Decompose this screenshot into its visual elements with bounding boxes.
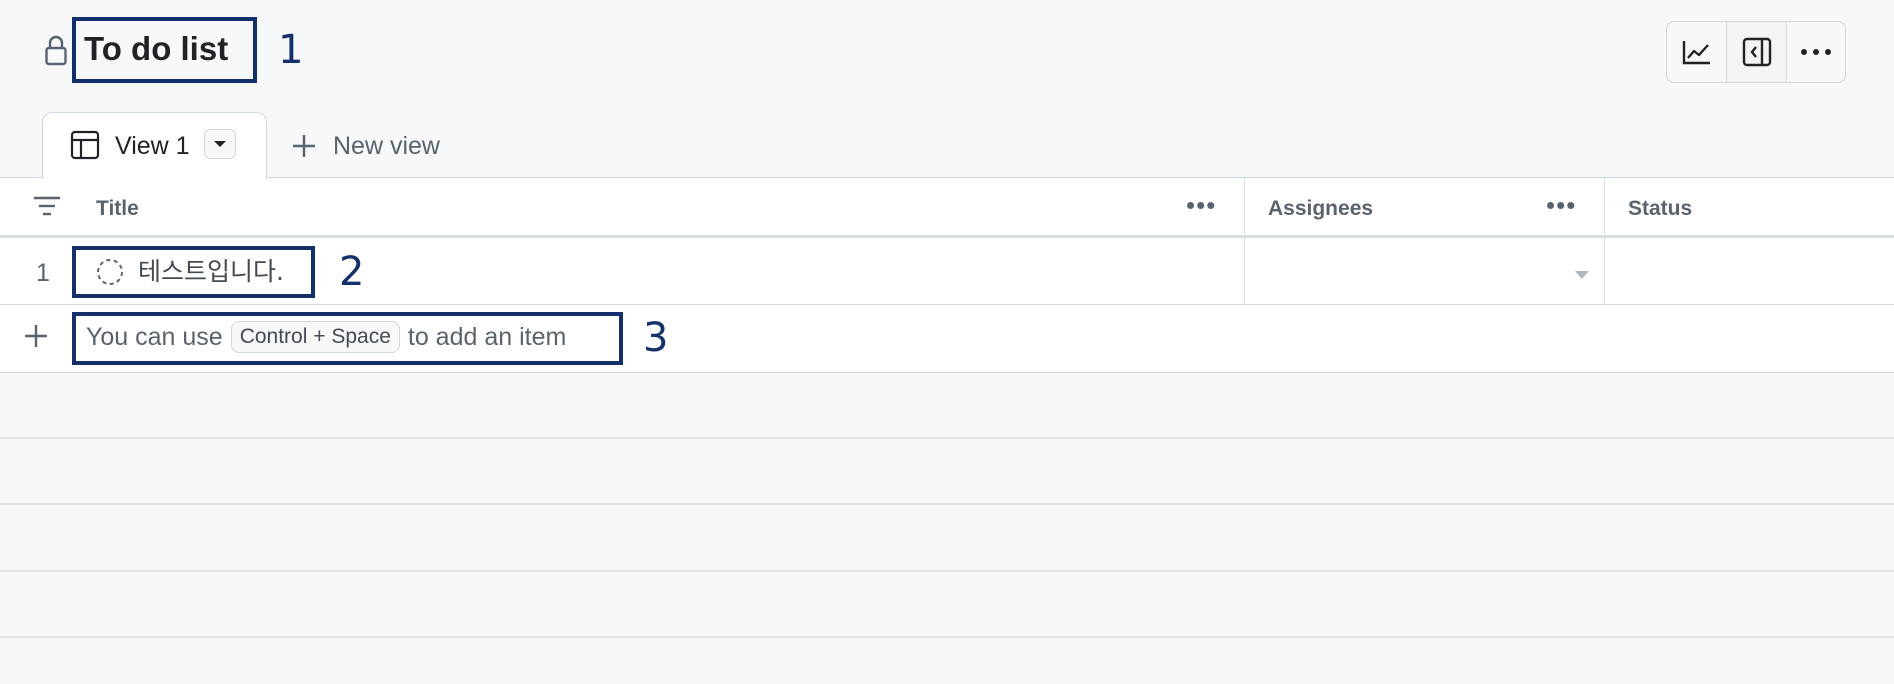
column-menu-title[interactable]: ••• <box>1186 192 1216 218</box>
add-item-prefix: You can use <box>86 323 223 351</box>
insights-button[interactable] <box>1667 22 1726 82</box>
more-horizontal-icon <box>1800 49 1831 55</box>
side-panel-button[interactable] <box>1726 22 1786 82</box>
assignees-dropdown-icon[interactable] <box>1574 267 1590 279</box>
new-view-button[interactable]: New view <box>333 131 440 161</box>
plus-icon[interactable] <box>290 132 318 160</box>
tab-view-1-label[interactable]: View 1 <box>115 131 190 161</box>
empty-row-line <box>0 636 1894 638</box>
empty-row-line <box>0 570 1894 572</box>
column-header-assignees[interactable]: Assignees <box>1268 196 1373 222</box>
keyboard-shortcut: Control + Space <box>230 321 400 353</box>
add-item-icon[interactable] <box>22 322 50 350</box>
header-divider <box>0 235 1894 238</box>
callout-number-1: 1 <box>278 27 304 73</box>
lock-icon <box>44 34 68 68</box>
project-toolbar <box>1666 21 1846 83</box>
draft-circle-icon <box>95 257 125 287</box>
row-divider <box>0 304 1894 305</box>
empty-row-line <box>0 437 1894 439</box>
item-title-link[interactable]: 테스트입니다. <box>138 257 284 287</box>
page-title[interactable]: To do list <box>84 28 228 70</box>
filter-icon[interactable] <box>32 194 62 218</box>
table-icon <box>70 130 100 160</box>
column-header-title[interactable]: Title <box>96 196 139 222</box>
row-number: 1 <box>36 259 50 287</box>
column-header-status[interactable]: Status <box>1628 196 1692 222</box>
callout-number-3: 3 <box>643 315 669 361</box>
empty-row-line <box>0 503 1894 505</box>
sidebar-collapse-icon <box>1742 37 1771 67</box>
column-menu-assignees[interactable]: ••• <box>1546 192 1576 218</box>
caret-down-icon <box>214 141 226 147</box>
view-options-dropdown[interactable] <box>204 129 236 159</box>
column-divider[interactable] <box>1604 177 1605 304</box>
chart-line-icon <box>1682 41 1710 65</box>
more-options-button[interactable] <box>1785 22 1845 82</box>
add-item-input[interactable]: You can use Control + Space to add an it… <box>86 321 566 353</box>
callout-number-2: 2 <box>339 249 365 295</box>
column-divider[interactable] <box>1244 177 1245 304</box>
add-item-suffix: to add an item <box>407 323 567 351</box>
